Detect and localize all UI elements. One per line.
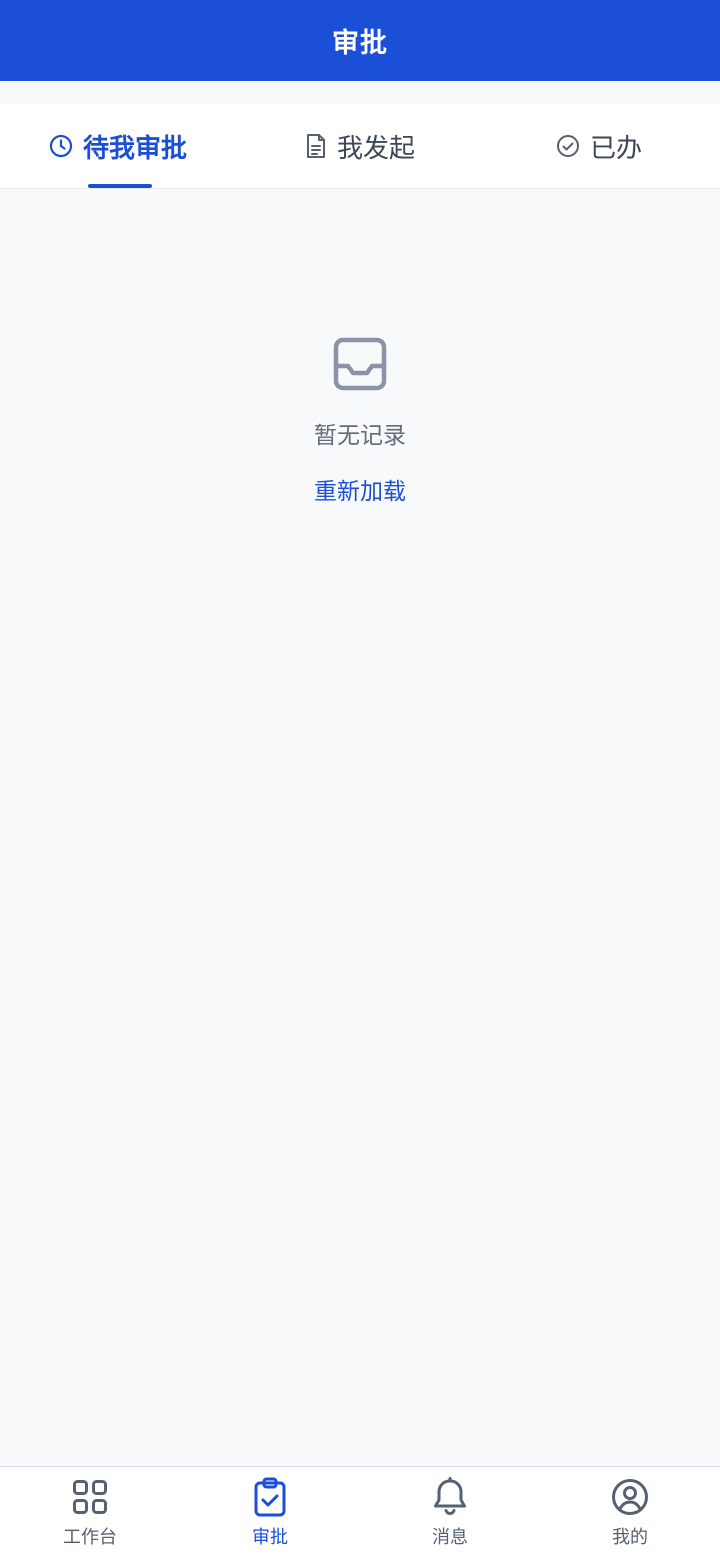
tab-label: 待我审批 — [83, 133, 188, 164]
nav-approval[interactable]: 审批 — [180, 1467, 360, 1558]
tab-label: 已办 — [590, 133, 643, 164]
tab-bar: 待我审批 我发起 已办 — [0, 104, 720, 189]
bottom-navigation: 工作台 审批 消息 我的 — [0, 1466, 720, 1558]
nav-profile[interactable]: 我的 — [540, 1467, 720, 1558]
tab-pending-approval[interactable]: 待我审批 — [49, 104, 187, 188]
nav-label: 消息 — [432, 1527, 468, 1548]
reload-button[interactable]: 重新加载 — [314, 472, 406, 506]
nav-label: 我的 — [612, 1527, 648, 1548]
tab-initiated[interactable]: 我发起 — [305, 104, 415, 188]
user-circle-icon — [611, 1477, 649, 1517]
bell-icon — [432, 1477, 468, 1517]
nav-messages[interactable]: 消息 — [360, 1467, 540, 1558]
approval-screen: 审批 待我审批 我发起 已办 暂无记录 重新加载 工作台 审批 消息 我的 — [0, 0, 720, 1558]
active-tab-indicator — [88, 184, 152, 188]
header-bar: 审批 — [0, 0, 720, 81]
page-title: 审批 — [332, 28, 388, 59]
empty-message: 暂无记录 — [314, 423, 406, 449]
clipboard-check-icon — [253, 1477, 287, 1517]
grid-icon — [72, 1477, 108, 1517]
clock-icon — [49, 134, 73, 158]
check-circle-icon — [556, 134, 580, 158]
inbox-icon — [332, 336, 388, 396]
document-icon — [305, 133, 327, 159]
tab-label: 我发起 — [337, 133, 416, 164]
nav-workbench[interactable]: 工作台 — [0, 1467, 180, 1558]
empty-state: 暂无记录 重新加载 — [0, 336, 720, 506]
nav-label: 工作台 — [63, 1527, 117, 1548]
tab-completed[interactable]: 已办 — [556, 104, 642, 188]
nav-label: 审批 — [252, 1527, 288, 1548]
